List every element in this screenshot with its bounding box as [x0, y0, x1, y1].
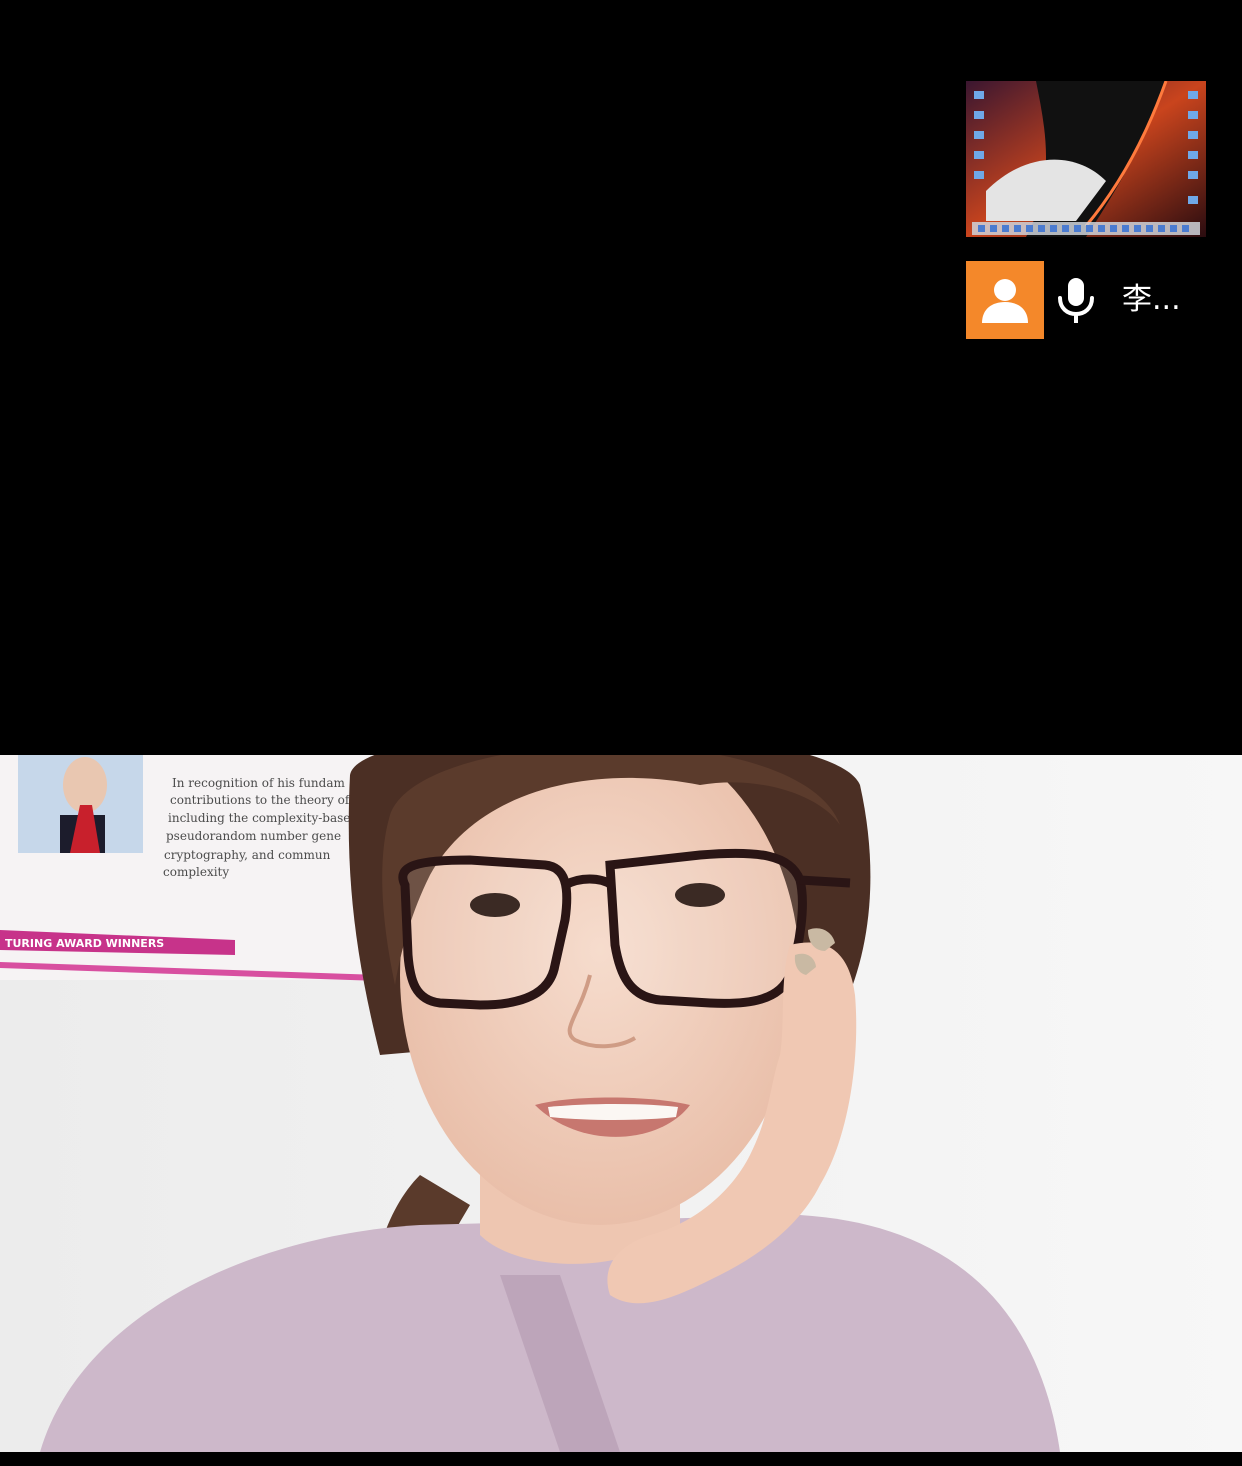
poster-caption-line-3: including the complexity-based th: [168, 811, 375, 825]
poster: In recognition of his fundam contributio…: [0, 755, 399, 981]
poster-caption-line-6: complexity: [163, 865, 229, 879]
poster-caption-line-4: pseudorandom number gene: [166, 829, 341, 843]
participant-name: 李...: [1122, 282, 1181, 317]
participant-avatar: [966, 261, 1044, 339]
person-icon: [982, 279, 1028, 323]
poster-caption-line-5: cryptography, and commun: [164, 848, 331, 862]
shared-screen-thumbnail[interactable]: [966, 81, 1206, 237]
camera-feed: In recognition of his fundam contributio…: [0, 755, 1242, 1452]
poster-caption-line-1: In recognition of his fundam: [172, 776, 345, 790]
bottom-strip: [0, 1452, 1242, 1466]
poster-banner: TURING AWARD WINNERS: [5, 937, 164, 950]
participant-tile[interactable]: 李...: [966, 261, 1206, 339]
microphone-icon[interactable]: [1056, 278, 1096, 324]
